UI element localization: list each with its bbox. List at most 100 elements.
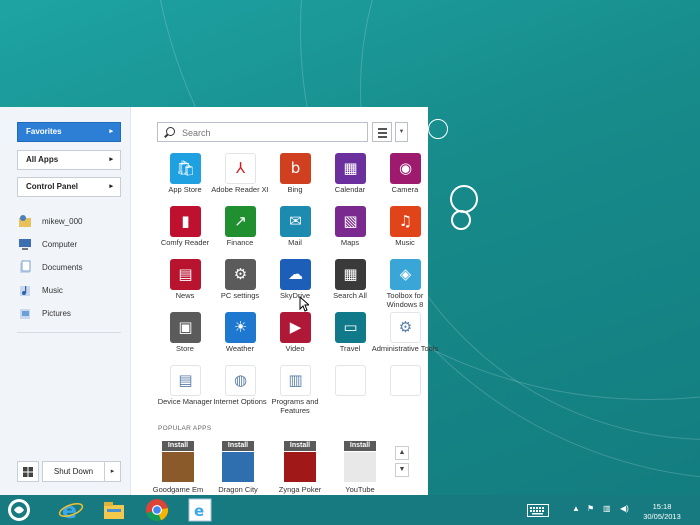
- action-center-flag-icon[interactable]: ⚑: [587, 504, 594, 513]
- app-tile-weather[interactable]: ☀ Weather: [212, 312, 268, 364]
- app-tile-programs-features[interactable]: ▥ Programs and Features: [267, 365, 323, 417]
- place-label: Pictures: [42, 308, 71, 318]
- control-panel-button[interactable]: Control Panel ▸: [17, 177, 121, 197]
- all-apps-button[interactable]: All Apps ▸: [17, 150, 121, 170]
- favorites-button[interactable]: Favorites ▸: [17, 122, 121, 142]
- place-documents[interactable]: Documents: [18, 258, 82, 276]
- internet-explorer-taskbar-button[interactable]: e: [58, 497, 84, 524]
- touch-keyboard-button[interactable]: [527, 504, 549, 517]
- music-icon: ♫: [390, 206, 421, 237]
- place-user-folder[interactable]: mikew_000: [18, 212, 82, 230]
- device-manager-icon: ▤: [170, 365, 201, 396]
- app-tile-calendar[interactable]: ▦ Calendar: [322, 153, 378, 205]
- app-tile-device-manager[interactable]: ▤ Device Manager: [157, 365, 213, 417]
- camera-icon-glyph: ◉: [398, 159, 413, 177]
- app-tile-search-all[interactable]: ▦ Search All: [322, 259, 378, 311]
- install-button[interactable]: Install: [222, 441, 254, 451]
- toolbox-icon-glyph: ◈: [399, 265, 412, 283]
- list-icon-line: [378, 132, 387, 134]
- clock-date: 30/05/2013: [643, 512, 681, 521]
- app-tile-administrative-tools[interactable]: ⚙ Administrative Tools: [372, 312, 438, 364]
- scroll-down-button[interactable]: ▼: [395, 463, 409, 477]
- app-tile-music[interactable]: ♫ Music: [377, 206, 433, 258]
- app-tile-label: Camera: [391, 185, 419, 194]
- empty-tile-slot: [377, 365, 433, 417]
- app-tile-maps[interactable]: ▧ Maps: [322, 206, 378, 258]
- start-button[interactable]: [6, 497, 32, 523]
- install-button[interactable]: Install: [162, 441, 194, 451]
- file-explorer-icon: [104, 502, 124, 519]
- install-button[interactable]: Install: [284, 441, 316, 451]
- popular-app-item[interactable]: Install Zynga Poker: [270, 441, 330, 497]
- toolbox-icon: ◈: [390, 259, 421, 290]
- search-input[interactable]: [182, 126, 362, 139]
- empty-slot: [335, 365, 366, 396]
- svg-text:e: e: [194, 502, 204, 520]
- programs-features-icon-glyph: ▥: [288, 371, 303, 389]
- shutdown-button[interactable]: Shut Down: [42, 461, 105, 482]
- volume-icon[interactable]: ◀): [620, 504, 629, 513]
- place-label: mikew_000: [42, 216, 83, 226]
- comfy-reader-icon: ▮: [170, 206, 201, 237]
- install-button[interactable]: Install: [344, 441, 376, 451]
- adobe-reader-icon-glyph: ⅄: [235, 159, 246, 177]
- app-tile-app-store[interactable]: 🛍 App Store: [157, 153, 213, 205]
- decorative-ring: [428, 119, 448, 139]
- start-menu: Favorites ▸ All Apps ▸ Control Panel ▸ m…: [0, 107, 438, 497]
- windows-button[interactable]: [17, 461, 39, 482]
- shutdown-options-button[interactable]: ▸: [104, 461, 121, 482]
- app-store-icon-glyph: 🛍: [175, 159, 196, 177]
- app-tile-camera[interactable]: ◉ Camera: [377, 153, 433, 205]
- popular-app-item[interactable]: Install Dragon City: [208, 441, 268, 497]
- place-label: Computer: [42, 239, 78, 249]
- app-store-icon: 🛍: [170, 153, 201, 184]
- place-pictures[interactable]: Pictures: [18, 304, 71, 322]
- documents-icon: [18, 260, 32, 274]
- programs-features-icon: ▥: [280, 365, 311, 396]
- popular-app-item[interactable]: Install YouTube: [330, 441, 390, 497]
- internet-explorer-icon: e: [188, 498, 212, 522]
- file-explorer-taskbar-button[interactable]: [101, 497, 127, 523]
- popular-app-label: YouTube: [345, 485, 375, 494]
- ie-pinned-taskbar-button[interactable]: e: [187, 497, 213, 523]
- app-tile-comfy-reader[interactable]: ▮ Comfy Reader: [157, 206, 213, 258]
- internet-explorer-icon: e: [58, 499, 84, 524]
- app-tile-store[interactable]: ▣ Store: [157, 312, 213, 364]
- network-icon[interactable]: ▥: [603, 504, 611, 513]
- maps-icon: ▧: [335, 206, 366, 237]
- place-computer[interactable]: Computer: [18, 235, 77, 253]
- place-music[interactable]: Music: [18, 281, 63, 299]
- news-icon-glyph: ▤: [178, 265, 193, 283]
- scroll-up-button[interactable]: ▲: [395, 446, 409, 460]
- app-tile-news[interactable]: ▤ News: [157, 259, 213, 311]
- view-mode-button[interactable]: [372, 122, 392, 142]
- all-apps-label: All Apps: [26, 155, 59, 164]
- app-tile-travel[interactable]: ▭ Travel: [322, 312, 378, 364]
- skydrive-icon-glyph: ☁: [288, 265, 303, 283]
- place-label: Music: [42, 285, 63, 295]
- start-menu-left-pane: Favorites ▸ All Apps ▸ Control Panel ▸ m…: [0, 107, 131, 497]
- view-dropdown-button[interactable]: ▼: [395, 122, 408, 142]
- video-icon-glyph: ▶: [289, 318, 302, 336]
- app-tile-mail[interactable]: ✉ Mail: [267, 206, 323, 258]
- chrome-taskbar-button[interactable]: [144, 497, 170, 523]
- search-all-icon-glyph: ▦: [343, 265, 358, 283]
- list-icon-line: [378, 136, 387, 138]
- app-tile-adobe-reader[interactable]: ⅄ Adobe Reader XI: [211, 153, 269, 205]
- show-hidden-icons-button[interactable]: ▲: [572, 504, 580, 513]
- app-tile-settings-gear[interactable]: ⚙ PC settings: [212, 259, 268, 311]
- taskbar-clock[interactable]: 15:18 30/05/2013: [640, 502, 684, 522]
- app-tile-bing[interactable]: b Bing: [267, 153, 323, 205]
- app-tile-skydrive[interactable]: ☁ SkyDrive: [267, 259, 323, 311]
- app-tile-toolbox[interactable]: ◈ Toolbox for Windows 8: [377, 259, 433, 311]
- search-box[interactable]: [157, 122, 368, 142]
- popular-app-item[interactable]: Install Goodgame Em: [148, 441, 208, 497]
- finance-icon: ↗: [225, 206, 256, 237]
- popular-app-thumbnail: [162, 452, 194, 482]
- app-tile-internet-options[interactable]: ◍ Internet Options: [212, 365, 268, 417]
- user-folder-icon: [18, 214, 32, 228]
- app-tile-video[interactable]: ▶ Video: [267, 312, 323, 364]
- travel-icon-glyph: ▭: [343, 318, 358, 336]
- comfy-reader-icon-glyph: ▮: [181, 212, 190, 230]
- app-tile-finance[interactable]: ↗ Finance: [212, 206, 268, 258]
